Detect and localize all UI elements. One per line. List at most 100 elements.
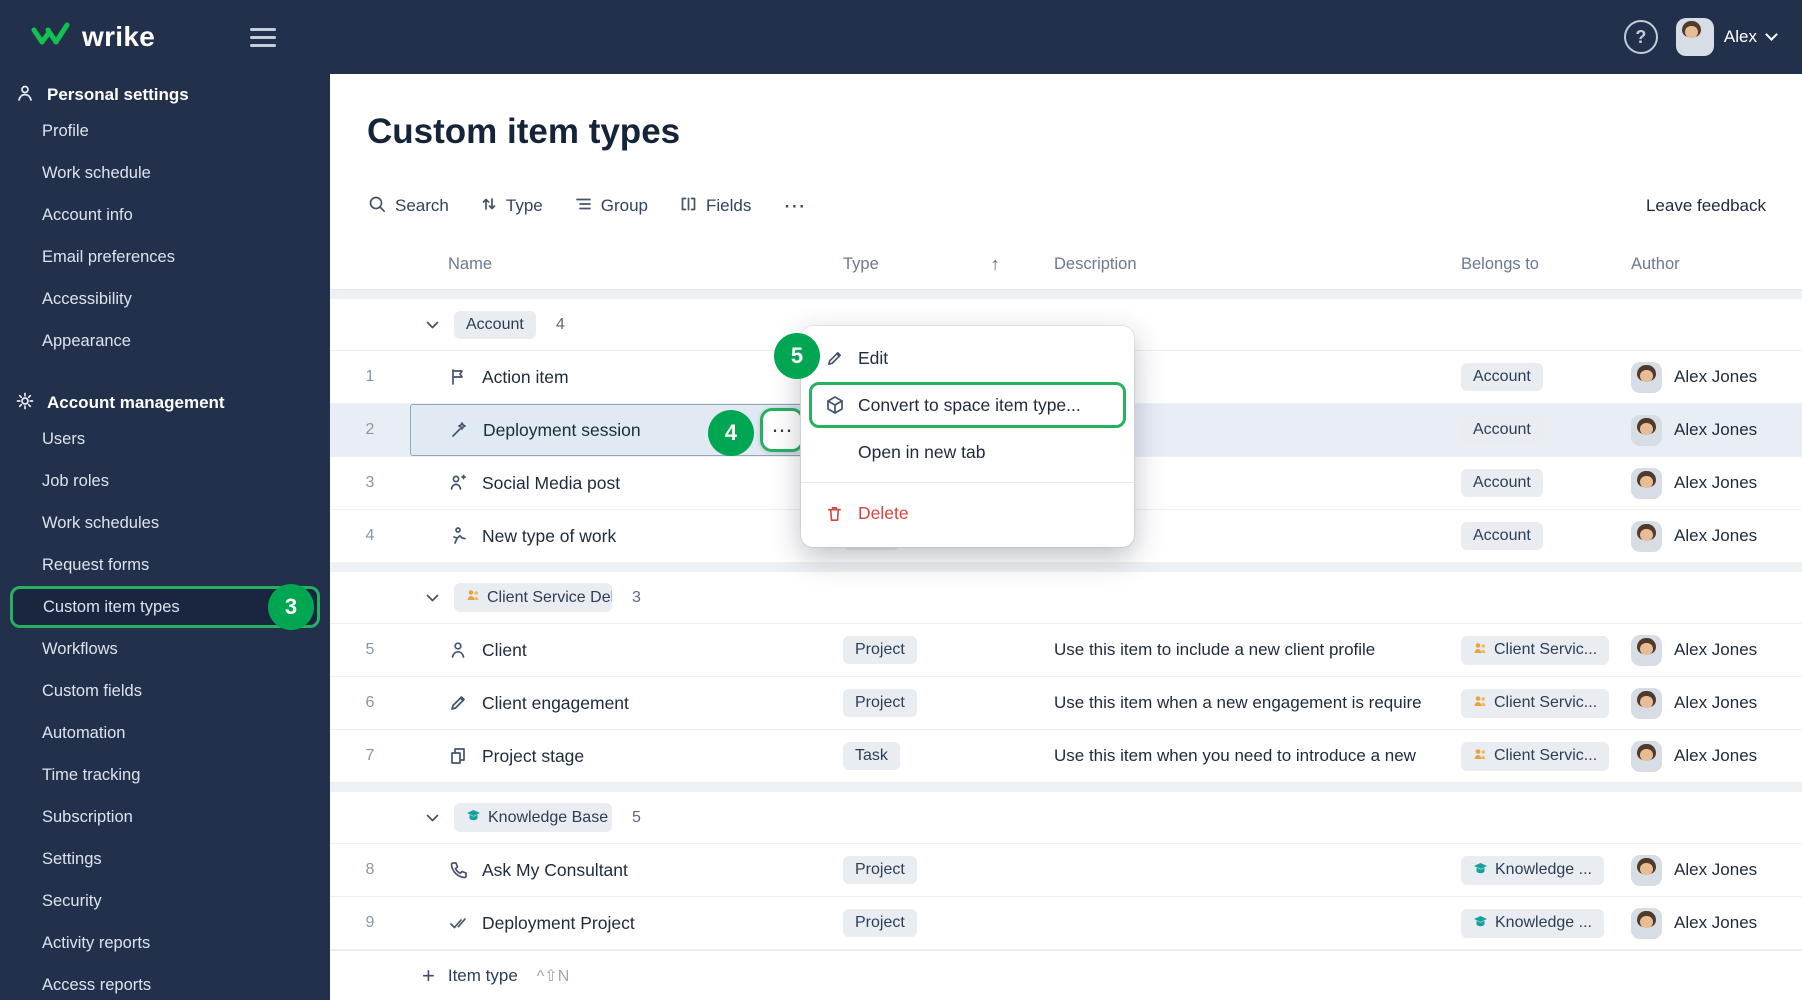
author-name: Alex Jones [1674, 913, 1758, 932]
graduation-cap-icon [1473, 914, 1488, 933]
table-header: Name Type ↑ Description Belongs to Autho… [330, 240, 1802, 290]
author-name: Alex Jones [1674, 526, 1758, 545]
menu-item-edit[interactable]: Edit [801, 336, 1134, 380]
add-item-type-row[interactable]: + Item type ^⇧N [330, 950, 1802, 1000]
belongs-to-badge[interactable]: Client Servic... [1461, 635, 1610, 665]
brand-name: wrike [82, 21, 156, 52]
sidebar-item-profile[interactable]: Profile [0, 110, 330, 152]
menu-item-convert-to-space-item-type[interactable]: Convert to space item type... [809, 382, 1126, 428]
belongs-to-badge[interactable]: Knowledge ... [1461, 855, 1604, 885]
toolbar: Search Type Group Fields ⋯ Leave feedbac… [368, 184, 1766, 228]
wrike-logo[interactable]: wrike [0, 21, 250, 54]
sidebar-item-workflows[interactable]: Workflows [0, 628, 330, 670]
chevron-down-icon[interactable] [426, 589, 439, 607]
author-avatar [1631, 740, 1662, 772]
row-more-button[interactable]: ⋯ [760, 408, 804, 452]
column-belongs-to[interactable]: Belongs to [1461, 255, 1631, 274]
group-badge: Client Service Delivery [454, 583, 612, 612]
search-button[interactable]: Search [368, 195, 449, 218]
group-button[interactable]: Group [575, 196, 648, 217]
menu-item-open-in-new-tab[interactable]: Open in new tab [801, 430, 1134, 474]
group-badge: Knowledge Base [454, 803, 612, 832]
column-type[interactable]: Type ↑ [843, 254, 1054, 275]
leave-feedback-link[interactable]: Leave feedback [1646, 196, 1766, 216]
author-name: Alex Jones [1674, 473, 1758, 492]
item-name: Project stage [482, 745, 585, 766]
belongs-to-badge[interactable]: Client Servic... [1461, 688, 1610, 718]
sort-ascending-icon[interactable]: ↑ [991, 254, 1000, 275]
type-badge: Project [843, 856, 917, 884]
sidebar-item-appearance[interactable]: Appearance [0, 320, 330, 362]
chevron-down-icon[interactable] [426, 316, 439, 334]
item-name-cell[interactable]: Client engagement [410, 677, 843, 729]
item-name-cell[interactable]: Client [410, 624, 843, 676]
sidebar-item-activity-reports[interactable]: Activity reports [0, 922, 330, 964]
sidebar-item-security[interactable]: Security [0, 880, 330, 922]
item-name-cell[interactable]: Project stage [410, 730, 843, 782]
sidebar-item-subscription[interactable]: Subscription [0, 796, 330, 838]
wand-icon [449, 420, 469, 440]
sidebar-item-request-forms[interactable]: Request forms [0, 544, 330, 586]
tutorial-step-4-badge: 4 [708, 410, 754, 456]
item-name-cell[interactable]: New type of work [410, 510, 843, 562]
sidebar-item-work-schedules[interactable]: Work schedules [0, 502, 330, 544]
sidebar-item-automation[interactable]: Automation [0, 712, 330, 754]
graduation-cap-icon [466, 808, 481, 827]
author-name: Alex Jones [1674, 860, 1758, 879]
belongs-to-badge[interactable]: Account [1461, 416, 1543, 444]
sidebar-item-users[interactable]: Users [0, 418, 330, 460]
menu-item-delete[interactable]: Delete [801, 491, 1134, 535]
item-name: Client [482, 639, 527, 660]
belongs-to-badge[interactable]: Account [1461, 522, 1543, 550]
type-badge: Project [843, 689, 917, 717]
table-row[interactable]: 5 Client Project Use this item to includ… [330, 624, 1802, 677]
user-menu[interactable]: Alex [1675, 18, 1778, 56]
table-row[interactable]: 9 Deployment Project Project Knowledge .… [330, 897, 1802, 950]
pencil-icon [825, 349, 845, 368]
sidebar-item-email-preferences[interactable]: Email preferences [0, 236, 330, 278]
help-icon[interactable]: ? [1623, 20, 1658, 54]
row-number: 5 [365, 641, 375, 658]
people-icon [1473, 747, 1487, 766]
table-row[interactable]: 6 Client engagement Project Use this ite… [330, 677, 1802, 730]
item-name-cell[interactable]: Deployment Project [410, 897, 843, 949]
type-badge: Project [843, 909, 917, 937]
belongs-to-badge[interactable]: Account [1461, 363, 1543, 391]
top-bar: wrike ? Alex [0, 0, 1802, 74]
belongs-to-badge[interactable]: Knowledge ... [1461, 908, 1604, 938]
group-badge: Account [454, 310, 536, 339]
belongs-to-badge[interactable]: Client Servic... [1461, 741, 1610, 771]
belongs-to-badge[interactable]: Account [1461, 469, 1543, 497]
group-header-knowledge-base[interactable]: Knowledge Base 5 [330, 792, 1802, 844]
item-name: New type of work [482, 525, 617, 546]
chevron-down-icon [1765, 28, 1778, 41]
column-name[interactable]: Name [410, 255, 843, 274]
group-separator [330, 563, 1802, 572]
group-separator [330, 290, 1802, 299]
hamburger-menu-icon[interactable] [250, 27, 276, 47]
sidebar-item-custom-fields[interactable]: Custom fields [0, 670, 330, 712]
sidebar-item-time-tracking[interactable]: Time tracking [0, 754, 330, 796]
sidebar-item-work-schedule[interactable]: Work schedule [0, 152, 330, 194]
table-row[interactable]: 8 Ask My Consultant Project Knowledge ..… [330, 844, 1802, 897]
toolbar-more-icon[interactable]: ⋯ [783, 193, 805, 219]
double-check-icon [448, 913, 468, 933]
fields-button[interactable]: Fields [680, 196, 751, 217]
author-avatar [1631, 634, 1662, 666]
table-row[interactable]: 7 Project stage Task Use this item when … [330, 730, 1802, 783]
column-description[interactable]: Description [1054, 255, 1461, 274]
group-header-client-service-delivery[interactable]: Client Service Delivery 3 [330, 572, 1802, 624]
type-sort-button[interactable]: Type [481, 196, 543, 217]
chevron-down-icon[interactable] [426, 809, 439, 827]
fields-icon [680, 196, 697, 217]
sidebar-item-job-roles[interactable]: Job roles [0, 460, 330, 502]
sidebar-item-accessibility[interactable]: Accessibility [0, 278, 330, 320]
graduation-cap-icon [1473, 861, 1488, 880]
sidebar-item-settings[interactable]: Settings [0, 838, 330, 880]
sidebar-item-account-info[interactable]: Account info [0, 194, 330, 236]
item-name-cell[interactable]: Ask My Consultant [410, 844, 843, 896]
item-name: Ask My Consultant [482, 859, 628, 880]
item-name-cell[interactable]: Social Media post [410, 457, 843, 509]
column-author[interactable]: Author [1631, 255, 1802, 274]
wrike-logo-icon [30, 21, 72, 54]
